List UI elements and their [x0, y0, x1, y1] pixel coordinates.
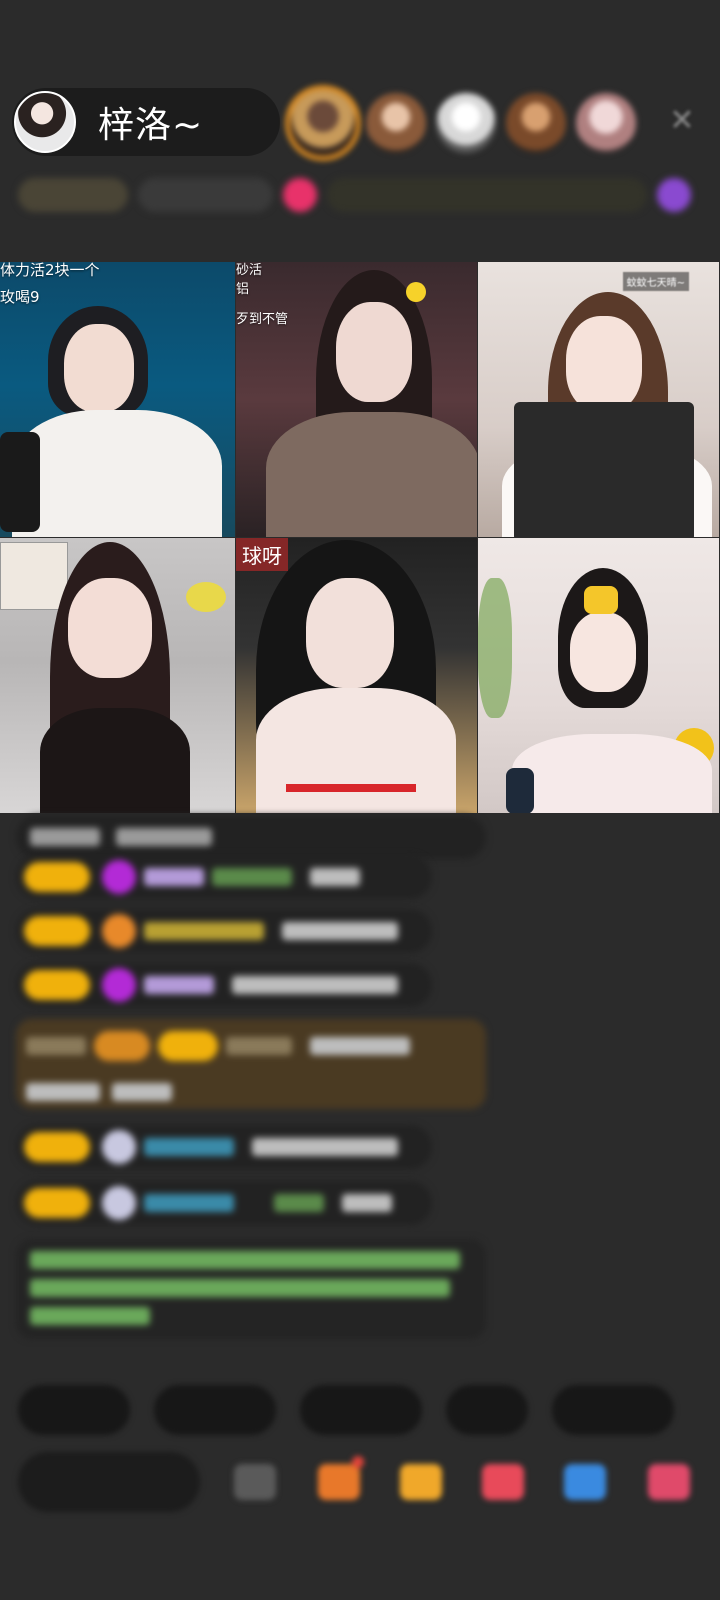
avatar	[102, 1186, 136, 1220]
quick-reply-row	[18, 1385, 720, 1435]
system-notice	[16, 1239, 486, 1339]
streamer-body	[266, 412, 477, 537]
chat-text	[342, 1194, 392, 1212]
viewer-avatar[interactable]	[506, 93, 566, 153]
rank-chip[interactable]	[18, 178, 128, 212]
plant	[478, 578, 512, 718]
quick-reply-chip[interactable]	[446, 1385, 528, 1435]
activity-icon[interactable]	[657, 178, 691, 212]
chat-target	[274, 1194, 324, 1212]
treasure-icon[interactable]	[400, 1464, 442, 1500]
host-info-pill[interactable]: 梓洛~	[12, 88, 280, 156]
tile-3-badge: 蚊蚊七天晴~	[622, 272, 689, 291]
level-badge	[158, 1031, 218, 1061]
top-viewer-avatar[interactable]	[290, 90, 356, 156]
chat-username[interactable]	[144, 1138, 234, 1156]
streamer-face	[306, 578, 394, 688]
streamer-face	[68, 578, 152, 678]
chat-target	[212, 868, 292, 886]
chat-username[interactable]	[144, 868, 204, 886]
chat-message[interactable]	[16, 1181, 432, 1225]
chat-username[interactable]	[144, 922, 264, 940]
stream-info-strip	[18, 172, 704, 218]
more-icon[interactable]	[648, 1464, 690, 1500]
chat-message[interactable]	[16, 909, 432, 953]
gift-box-icon[interactable]	[318, 1464, 360, 1500]
host-avatar[interactable]	[14, 91, 76, 153]
chat-text	[232, 976, 398, 994]
heart-gift-icon[interactable]	[482, 1464, 524, 1500]
chat-message[interactable]	[16, 1125, 432, 1169]
host-name: 梓洛~	[98, 105, 204, 146]
quick-reply-chip[interactable]	[552, 1385, 674, 1435]
video-tile-1[interactable]: 体力活2块一个 玫喝9	[0, 262, 236, 538]
streamer-face	[566, 316, 642, 412]
quick-reply-chip[interactable]	[300, 1385, 422, 1435]
tile-1-caption-line2: 玫喝9	[0, 288, 40, 306]
chat-message[interactable]	[16, 963, 432, 1007]
chat-text	[282, 922, 398, 940]
plush-toy	[186, 582, 226, 612]
chat-text	[310, 868, 360, 886]
tile-1-caption-line1: 体力活2块一个	[0, 262, 100, 279]
diamond-icon	[102, 968, 136, 1002]
promo-chip[interactable]	[327, 178, 647, 212]
chat-username[interactable]	[144, 1194, 234, 1212]
headpiece-icon	[584, 586, 618, 614]
level-badge	[24, 1132, 90, 1162]
microphone	[0, 432, 40, 532]
level-badge	[24, 1188, 90, 1218]
tile-2-caption-line3: 歹到不管	[236, 312, 289, 327]
notification-dot	[352, 1456, 364, 1468]
streamer-body	[12, 410, 222, 537]
diamond-icon	[102, 860, 136, 894]
live-stream-screen: 梓洛~ ✕ 体力活2块一个 玫喝9 砂活 铝 歹到不管 蚊蚊七天晴~ 球呀	[0, 0, 720, 1600]
avatar	[102, 1130, 136, 1164]
chat-username[interactable]	[144, 976, 214, 994]
tile-2-caption-line2: 铝	[236, 282, 250, 297]
hot-chip[interactable]	[138, 178, 273, 212]
top-viewers-list	[290, 86, 646, 160]
video-tile-2[interactable]: 砂活 铝 歹到不管	[236, 262, 478, 538]
viewer-avatar[interactable]	[366, 93, 426, 153]
chat-message[interactable]	[16, 855, 432, 899]
microphone	[506, 768, 534, 813]
gift-icon[interactable]	[283, 178, 317, 212]
emoji-icon[interactable]	[234, 1464, 276, 1500]
viewer-avatar[interactable]	[436, 93, 496, 153]
flower-hairclip-icon	[406, 282, 426, 302]
chat-text	[252, 1138, 398, 1156]
streamer-face	[64, 324, 134, 412]
gift-badge	[94, 1031, 150, 1061]
streamer-body	[512, 734, 712, 813]
level-badge	[24, 916, 90, 946]
chat-gift-message[interactable]	[16, 1019, 486, 1109]
streamer-body	[256, 688, 456, 813]
wall-poster	[0, 542, 68, 610]
streamer-body	[40, 708, 190, 813]
video-tile-3[interactable]: 蚊蚊七天晴~	[478, 262, 720, 538]
video-tile-4[interactable]	[0, 538, 236, 814]
close-icon[interactable]: ✕	[662, 100, 702, 140]
chat-input[interactable]	[18, 1452, 200, 1512]
level-badge	[24, 970, 90, 1000]
chair	[514, 402, 694, 537]
streamer-face	[336, 302, 412, 402]
quick-reply-chip[interactable]	[18, 1385, 130, 1435]
bottom-toolbar	[18, 1452, 720, 1514]
video-tile-5[interactable]: 球呀	[236, 538, 478, 814]
top-trim	[286, 784, 416, 792]
streamer-face	[570, 612, 636, 692]
game-icon[interactable]	[564, 1464, 606, 1500]
quick-reply-chip[interactable]	[154, 1385, 276, 1435]
tile-5-tag: 球呀	[236, 538, 288, 571]
video-tile-6[interactable]	[478, 538, 720, 814]
co-host-video-grid: 体力活2块一个 玫喝9 砂活 铝 歹到不管 蚊蚊七天晴~ 球呀	[0, 262, 720, 814]
fan-badge-icon	[102, 914, 136, 948]
viewer-avatar[interactable]	[576, 93, 636, 153]
tile-2-caption-line1: 砂活	[236, 263, 263, 278]
level-badge	[24, 862, 90, 892]
chat-notice	[16, 815, 486, 859]
